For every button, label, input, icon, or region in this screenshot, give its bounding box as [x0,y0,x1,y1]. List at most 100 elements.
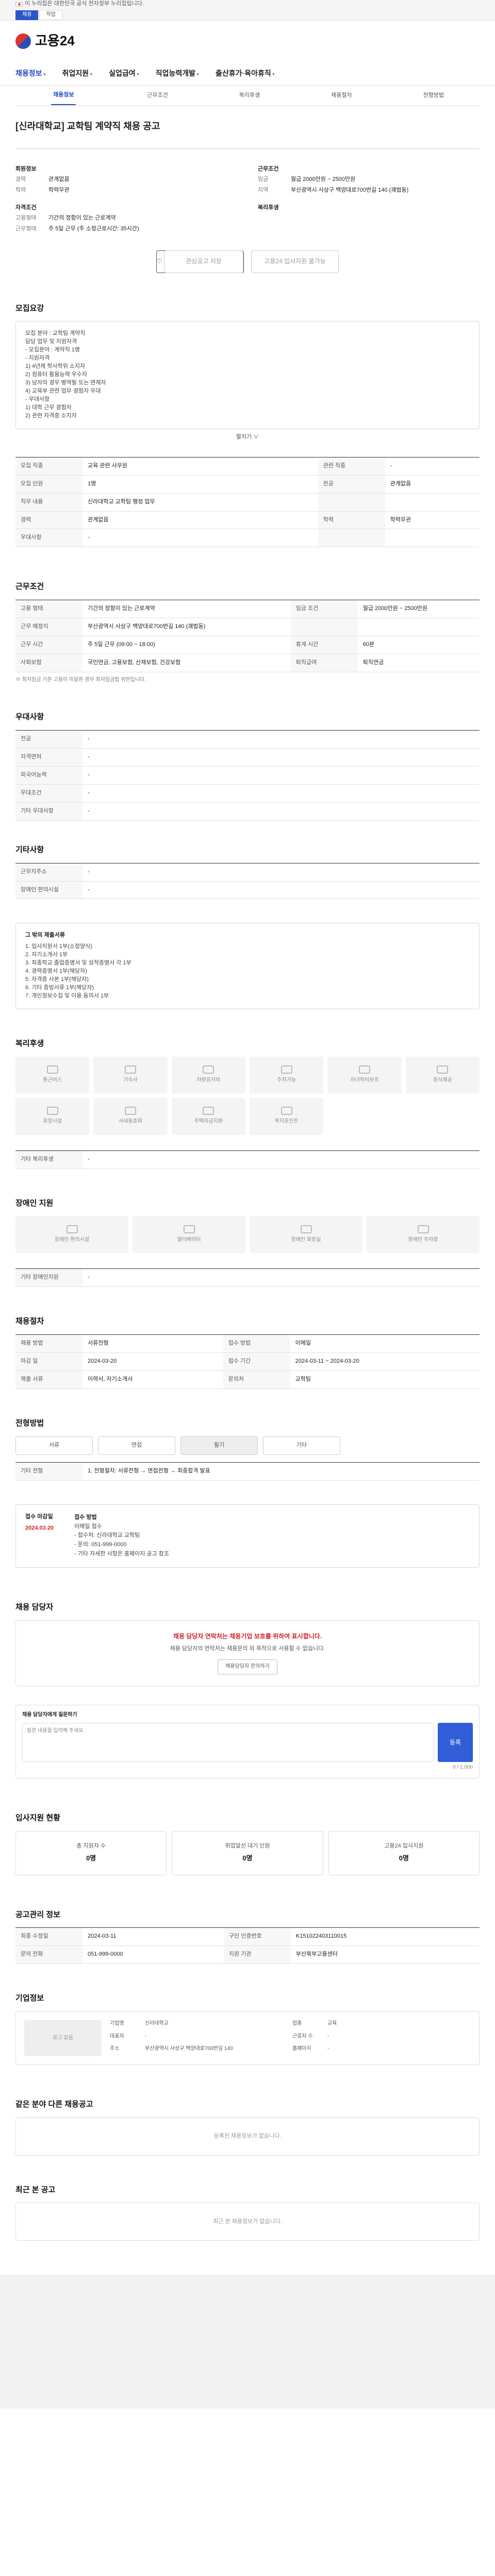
conditions-table: 고용 형태 기간의 정함이 있는 근로계약 임금 조건 월급 2000만원 ~ 250… [15,600,480,672]
summary-key: 학력 [15,187,26,193]
scrap-button[interactable]: ♡ 관심공고 저장 [156,250,244,273]
welfare-extra: 기타 복리후생 - [15,1150,480,1169]
row-key: 모집 인원 [15,475,82,494]
schedule-line: - 접수처: 신라대학교 교학팀 [74,1532,140,1539]
contact-warning: 채용 담당자 연락처는 채용기업 보호를 위하여 표시합니다. [173,1633,322,1640]
row-key: 관련 직종 [318,457,385,476]
benefit-icon [417,1225,429,1234]
stat-label: 총 지원자 수 [76,1843,106,1850]
row-value: - [82,881,480,900]
row-key: 경력 [15,511,82,530]
row-value: 부산광역시 사상구 백양대로700번길 140 (괘법동) [82,618,291,637]
tab-career[interactable]: 직업 [39,10,62,20]
benefit-label: 통근버스 [43,1077,62,1083]
contact-button[interactable]: 채용담당자 문의하기 [218,1659,277,1674]
recruit-line: 1) 4년제 학사학위 소지자 [25,363,86,370]
apply-table: 채용 방법 서류전형 접수 방법 이메일 마감 일 2024-03-20 접수 기간 2024… [15,1334,480,1389]
gov-banner: 이 누리집은 대한민국 공식 전자정부 누리집입니다. 채용 직업 [0,0,495,21]
tab-welfare[interactable]: 복리후생 [239,92,260,100]
table-row: 근무지주소 - [15,863,480,882]
company-value: 신라대학교 [145,2020,169,2026]
table-row: 근무 시간 주 5일 근무 (09:00 ~ 18:00) 휴게 시간 60분 [15,636,480,654]
row-key: 전공 [15,730,82,749]
preference-table: 전공 - 자격면허 - 외국어능력 - 우대조건 - 기타 우대사항 - [15,730,480,821]
schedule-line: - 기타 자세한 사항은 홈페이지 공고 참조 [74,1551,169,1557]
row-key: 고용 형태 [15,600,82,619]
row-value: 관계없음 [82,511,318,530]
company-value: - [327,2046,329,2052]
benefit-label: 엘리베이터 [177,1237,201,1243]
method-tab[interactable]: 기타 [263,1436,340,1455]
section-tabs: 채용정보 근무조건 복리후생 채용절차 전형방법 [15,86,480,106]
table-row: 전공 - [15,730,480,749]
deadline-date: 2024.03.20 [25,1524,54,1531]
benefit-label: 주차가능 [277,1077,296,1083]
benefit-label: 사내동호회 [118,1118,142,1125]
row-key: 기타 복리후생 [15,1150,82,1169]
row-key: 임금 조건 [290,600,358,619]
section-title: 채용절차 [15,1317,44,1326]
apply-button[interactable]: 고용24 입사지원 불가능 [251,250,339,273]
benefit-label: 휴양시설 [43,1118,62,1125]
summary-value: 관계없음 [48,176,70,183]
nav-item[interactable]: 출산휴가·육아휴직 [216,68,275,78]
table-row: 마감 일 2024-03-20 접수 기간 2024-03-11 ~ 2024-03-… [15,1352,480,1371]
nav-item[interactable]: 채용정보 [15,68,46,78]
tab-job[interactable]: 채용 [15,10,39,20]
nav-item[interactable]: 취업지원 [62,68,93,78]
method-tab[interactable]: 필기 [180,1436,258,1455]
row-key: 휴게 시간 [290,636,358,654]
row-value: 1. 전형절차: 서류전형 → 면접전형 → 최종합격 발표 [82,1462,480,1481]
summary-key: 고용형태 [15,214,37,221]
qa-title: 채용 담당자에게 질문하기 [22,1711,77,1718]
row-value: - [82,863,480,882]
method-tab[interactable]: 서류 [15,1436,93,1455]
contact-box: 채용 담당자 연락처는 채용기업 보호를 위하여 표시합니다. 채용 담당자의 연… [15,1620,480,1686]
row-value [357,618,480,637]
schedule-label: 접수 마감일 [25,1513,53,1520]
schedule-box: 접수 마감일 2024.03.20 접수 방법 이메일 접수 - 접수처: 신라대학교… [15,1504,480,1568]
tab-process[interactable]: 채용절차 [331,92,352,100]
submit-question-button[interactable]: 등록 [438,1723,473,1762]
logo-text: 고용24 [35,33,75,49]
question-input[interactable]: 질문 내용을 입력해 주세요. [22,1723,434,1762]
summary-value: 학력무관 [48,187,70,193]
recruit-table: 모집 직종 교육 관련 사무원 관련 직종 - 모집 인원 1명 전공 관계없음 직무 내용 신라… [15,456,480,548]
recruit-line: - 우대사항 [25,396,50,402]
tab-recruit[interactable]: 채용정보 [51,86,76,106]
method-tab[interactable]: 면접 [98,1436,175,1455]
row-value: K151022403110015 [290,1927,480,1946]
section-title: 근무조건 [15,582,44,591]
tab-conditions[interactable]: 근무조건 [147,92,168,100]
section-title: 공고관리 정보 [15,1910,60,1919]
row-value: - [82,748,480,767]
row-value: - [385,457,480,476]
section-title: 최근 본 공고 [15,2185,56,2194]
tab-method[interactable]: 전형방법 [423,92,444,100]
company-value: - [145,2033,147,2039]
nav-item[interactable]: 직업능력개발 [156,68,199,78]
label: 자격조건 [15,204,37,211]
row-key [318,493,385,512]
row-key: 전공 [318,475,385,494]
recruit-line: 2) 관련 자격증 소지자 [25,412,77,419]
benefit-item: 자녀학비보조 [327,1056,402,1094]
row-key: 기타 우대사항 [15,802,82,821]
expand-button[interactable]: 펼치기 ∨ [15,429,480,442]
row-key [318,529,385,548]
row-key: 우대사항 [15,529,82,548]
company-value: - [327,2033,329,2039]
company-logo: 로고 없음 [24,2020,102,2056]
benefit-item: 주차가능 [249,1056,324,1094]
row-key: 최종 수정일 [15,1927,82,1946]
row-key: 근무 예정지 [15,618,82,637]
site-logo[interactable]: 고용24 [15,31,75,51]
benefit-icon [203,1107,214,1115]
row-key [290,618,358,637]
row-key: 구인 인증번호 [223,1927,291,1946]
summary-value: 월급 2000만원 ~ 2500만원 [291,176,356,183]
documents-title: 그 밖의 제출서류 [25,932,65,939]
nav-item[interactable]: 실업급여 [109,68,139,78]
benefit-icon [46,1065,58,1074]
stat-card: 고용24 입사지원 0명 [328,1831,480,1875]
